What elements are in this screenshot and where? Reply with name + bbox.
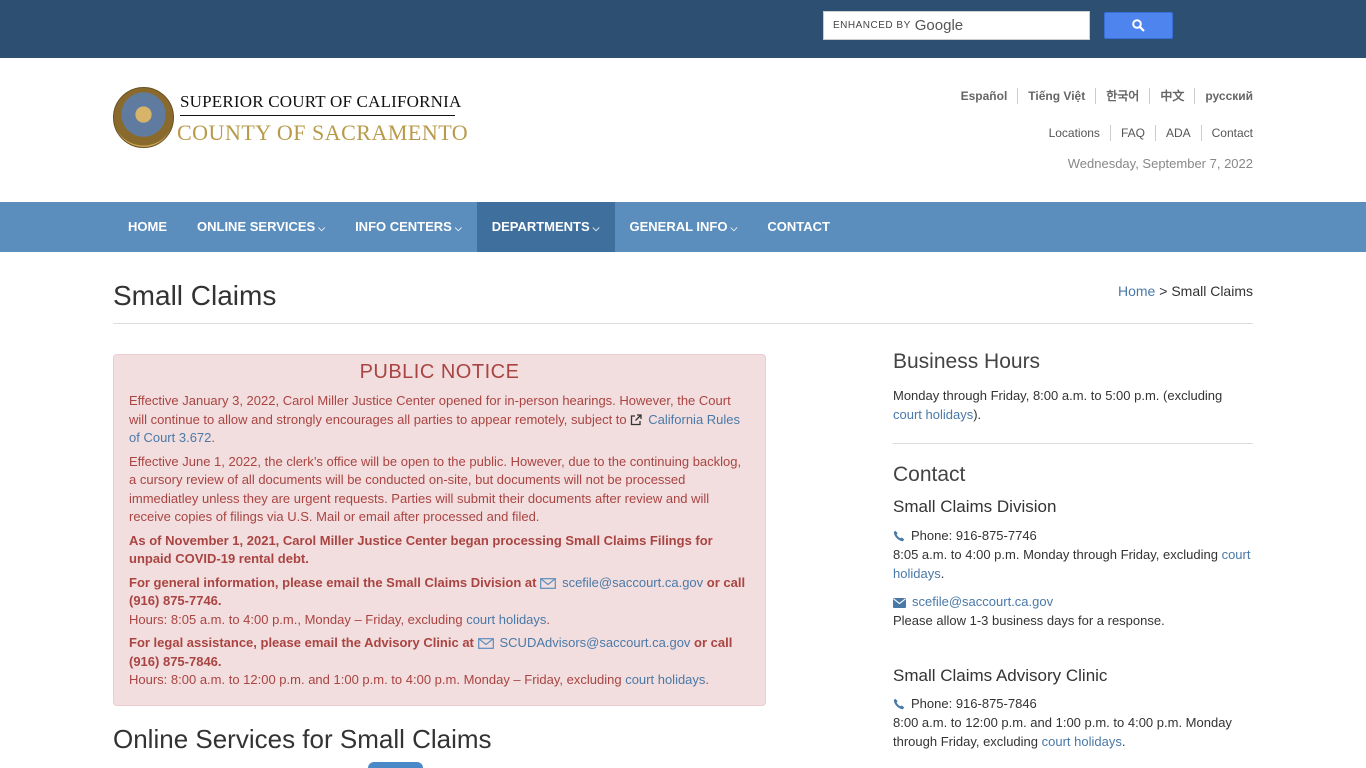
util-contact[interactable]: Contact [1200,125,1253,141]
nav-contact[interactable]: CONTACT [752,202,845,252]
court-holidays-link[interactable]: court holidays [1042,734,1122,749]
breadcrumb-separator: > [1155,283,1172,299]
notice-title: PUBLIC NOTICE [359,361,520,383]
lang-russian[interactable]: русский [1194,88,1253,104]
court-holidays-link[interactable]: court holidays [625,672,705,687]
clinic-phone: Phone: 916-875-7846 [893,694,1253,713]
top-bar: ENHANCED BY Google [0,0,1366,58]
phone-icon [893,698,905,710]
division-phone-text: Phone: 916-875-7746 [911,528,1037,543]
nav-contact-label: CONTACT [767,219,830,234]
small-claims-email-link[interactable]: scefile@saccourt.ca.gov [562,575,703,590]
notice-hours-1: Hours: 8:05 a.m. to 4:00 p.m., Monday – … [129,611,750,630]
notice-hours-1-end: . [546,611,551,627]
division-email: scefile@saccourt.ca.gov [893,592,1253,611]
search-button[interactable] [1104,12,1173,39]
nav-general-info[interactable]: GENERAL INFO ⌵ [615,202,753,252]
business-hours-end: ). [973,407,982,422]
division-hours-end: . [940,566,945,581]
notice-paragraph-2: Effective June 1, 2022, the clerk’s offi… [129,453,742,525]
division-hours-text: 8:05 a.m. to 4:00 p.m. Monday through Fr… [893,547,1222,562]
nav-home[interactable]: HOME [113,202,182,252]
court-holidays-link[interactable]: court holidays [466,612,546,627]
business-hours-title: Business Hours [893,350,1041,373]
court-name-line1[interactable]: SUPERIOR COURT OF CALIFORNIA [180,92,461,116]
notice-hours-2-end: . [705,672,710,687]
clinic-phone-text: Phone: 916-875-7846 [911,696,1037,711]
search-brand-label: Google [914,17,964,34]
chevron-down-icon: ⌵ [318,223,326,233]
division-note: Please allow 1-3 business days for a res… [893,613,1165,628]
nav-general-info-label: GENERAL INFO [629,219,728,234]
chevron-down-icon: ⌵ [730,223,738,233]
notice-hours-2: Hours: 8:00 a.m. to 12:00 p.m. and 1:00 … [129,671,750,690]
search-input[interactable]: ENHANCED BY Google [823,11,1090,40]
chevron-down-icon: ⌵ [592,223,600,233]
current-date: Wednesday, September 7, 2022 [1067,156,1253,171]
sidebar: Business Hours Monday through Friday, 8:… [893,350,1253,751]
court-holidays-link[interactable]: court holidays [893,407,973,422]
business-hours-text: Monday through Friday, 8:00 a.m. to 5:00… [893,386,1253,424]
notice-hours-2-text: Hours: 8:00 a.m. to 12:00 p.m. and 1:00 … [129,672,626,687]
util-faq[interactable]: FAQ [1109,125,1155,141]
lang-espanol[interactable]: Español [951,88,1018,104]
lang-vietnamese[interactable]: Tiếng Việt [1017,88,1095,104]
title-divider [113,323,1253,324]
util-ada[interactable]: ADA [1154,125,1201,141]
phone-icon [893,530,905,542]
envelope-icon [477,638,494,649]
notice-p4-text: For general information, please email th… [129,574,541,590]
breadcrumb-current: Small Claims [1171,283,1253,299]
clinic-hours-end: . [1121,734,1126,749]
notice-hours-1-text: Hours: 8:05 a.m. to 4:00 p.m., Monday – … [129,611,467,627]
advisory-email-link[interactable]: SCUDAdvisors@saccourt.ca.gov [500,635,691,650]
nav-info-centers[interactable]: INFO CENTERS ⌵ [340,202,477,252]
envelope-icon [893,598,906,608]
lang-chinese[interactable]: 中文 [1149,88,1194,104]
notice-paragraph-1: Effective January 3, 2022, Carol Miller … [129,392,750,448]
nav-online-services[interactable]: ONLINE SERVICES ⌵ [182,202,340,252]
division-title: Small Claims Division [893,497,1057,516]
business-hours-body: Monday through Friday, 8:00 a.m. to 5:00… [893,388,1223,403]
online-services-heading: Online Services for Small Claims [113,724,492,754]
chevron-down-icon: ⌵ [454,223,462,233]
nav-online-services-label: ONLINE SERVICES [197,219,316,234]
util-locations[interactable]: Locations [1039,125,1110,141]
court-seal[interactable] [113,87,174,148]
notice-paragraph-5: For legal assistance, please email the A… [129,634,750,671]
main-navbar: HOME ONLINE SERVICES ⌵ INFO CENTERS ⌵ DEPA… [0,202,1366,252]
search-enhanced-label: ENHANCED BY [833,20,911,31]
notice-p5-text: For legal assistance, please email the A… [129,635,478,650]
nav-home-label: HOME [128,219,167,234]
page-title: Small Claims [113,280,277,311]
nav-departments[interactable]: DEPARTMENTS ⌵ [476,202,615,252]
public-notice: PUBLIC NOTICE Effective January 3, 2022,… [113,354,766,706]
notice-paragraph-3: As of November 1, 2021, Carol Miller Jus… [129,532,713,567]
external-link-icon [631,413,642,425]
division-hours: 8:05 a.m. to 4:00 p.m. Monday through Fr… [893,545,1253,583]
language-links: Español Tiếng Việt 한국어 中文 русский [951,88,1253,104]
division-phone: Phone: 916-875-7746 [893,526,1253,545]
sidebar-divider [893,443,1253,444]
division-email-link[interactable]: scefile@saccourt.ca.gov [912,594,1053,609]
search-icon [1132,19,1145,32]
clinic-hours: 8:00 a.m. to 12:00 p.m. and 1:00 p.m. to… [893,713,1253,751]
clinic-title: Small Claims Advisory Clinic [893,666,1108,685]
envelope-icon [540,577,556,589]
court-name-line2[interactable]: COUNTY OF SACRAMENTO [177,120,468,146]
breadcrumb: Home > Small Claims [1118,283,1253,299]
breadcrumb-home[interactable]: Home [1118,283,1155,299]
notice-p1-end: . [211,430,216,445]
nav-departments-label: DEPARTMENTS [491,219,590,234]
nav-info-centers-label: INFO CENTERS [355,219,452,234]
online-service-badge[interactable] [368,762,423,768]
utility-links: Locations FAQ ADA Contact [1039,125,1253,141]
lang-korean[interactable]: 한국어 [1095,88,1149,104]
notice-paragraph-4: For general information, please email th… [129,574,750,611]
contact-title: Contact [893,463,966,486]
